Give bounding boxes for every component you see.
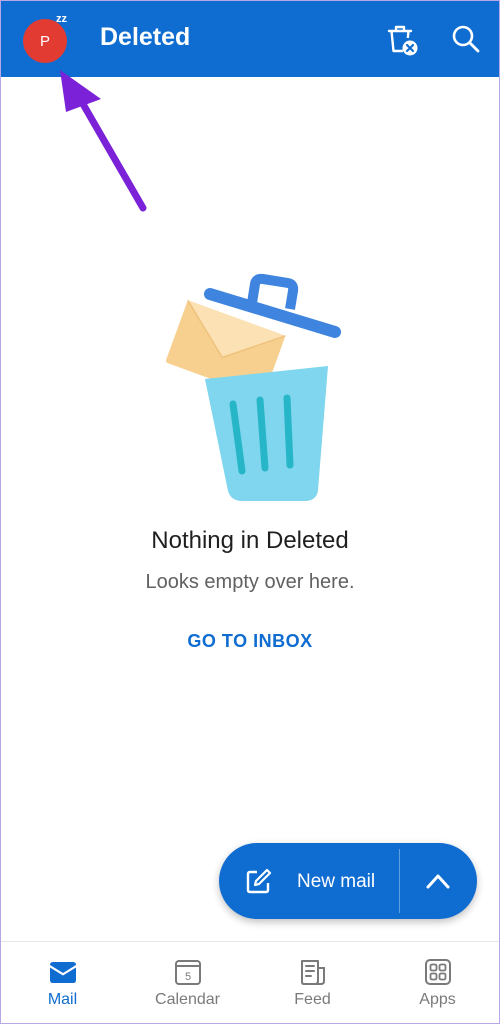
fab-divider [399,849,400,913]
mail-icon [50,962,76,983]
nav-item-calendar[interactable]: 5 Calendar [125,942,250,1025]
annotation-arrow [60,70,147,212]
nav-item-mail[interactable]: Mail [0,942,125,1025]
nav-label-apps: Apps [419,991,456,1008]
feed-icon [301,960,325,985]
nav-item-feed[interactable]: Feed [250,942,375,1025]
nav-label-feed: Feed [294,991,331,1008]
calendar-icon: 5 [175,960,201,985]
go-to-inbox-link[interactable]: GO TO INBOX [0,631,500,652]
empty-trash-illustration [166,273,341,501]
empty-state-subtitle: Looks empty over here. [145,571,355,593]
apps-icon [425,959,451,985]
calendar-date-badge: 5 [185,971,191,983]
empty-state-title: Nothing in Deleted [151,527,349,554]
new-mail-button[interactable]: New mail [297,871,375,893]
nav-item-apps[interactable]: Apps [375,942,500,1025]
nav-label-calendar: Calendar [155,991,220,1008]
bottom-navigation: Mail 5 Calendar Feed Apps [0,941,500,1025]
nav-label-mail: Mail [47,991,78,1008]
new-mail-fab: New mail [219,843,477,919]
chevron-up-icon[interactable] [423,868,453,894]
compose-icon[interactable] [243,867,273,897]
